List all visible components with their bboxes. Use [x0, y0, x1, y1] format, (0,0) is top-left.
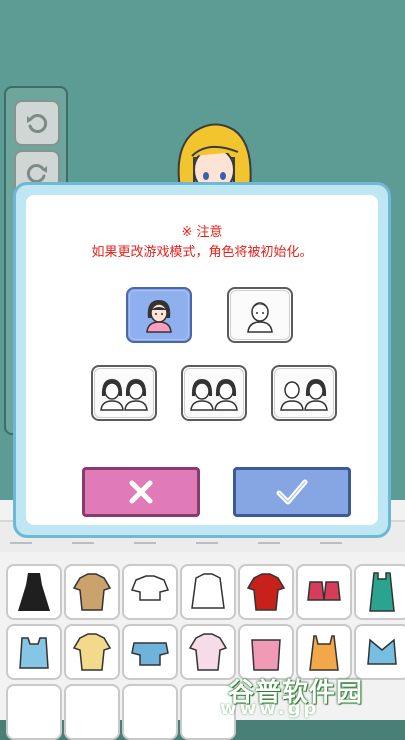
watermark: www.gp 谷普软件园 [220, 666, 405, 720]
clothing-item[interactable] [122, 564, 178, 620]
mode-change-dialog: ※ 注意 如果更改游戏模式，角色将被初始化。 [13, 182, 391, 538]
notice-title: ※ 注意 [181, 225, 223, 240]
clothing-item[interactable] [6, 684, 62, 740]
watermark-brand: 谷普软件园 [228, 678, 364, 708]
x-icon [129, 480, 153, 504]
clothing-item[interactable] [180, 564, 236, 620]
confirm-button[interactable] [233, 467, 351, 517]
clothing-item[interactable] [122, 684, 178, 740]
cancel-button[interactable] [82, 467, 200, 517]
bikini-top-icon [307, 581, 341, 601]
two-boys-icon [280, 379, 328, 411]
tank-top-icon [369, 572, 395, 612]
clothing-item[interactable] [64, 624, 120, 680]
game-screen: www.gp 谷普软件园 ※ 注意 如果更改游戏模式，角色将被初始化。 [0, 0, 405, 740]
mode-pair-girl-boy-button[interactable] [181, 365, 247, 421]
mode-single-girl-button[interactable] [126, 287, 192, 343]
blouse-icon [191, 573, 225, 609]
clothing-item[interactable] [296, 564, 352, 620]
halter-top-icon [367, 638, 397, 665]
boy-face-icon [247, 302, 273, 333]
dress-icon [18, 573, 50, 611]
notice-message: 如果更改游戏模式，角色将被初始化。 [91, 245, 313, 260]
striped-shirt-icon [72, 633, 112, 671]
shirt-icon [72, 573, 112, 611]
clothing-item[interactable] [354, 564, 405, 620]
mode-single-boy-button[interactable] [227, 287, 293, 343]
two-girls-icon [100, 379, 148, 411]
clothing-item[interactable] [122, 624, 178, 680]
checkmark-icon [276, 479, 308, 505]
mode-pair-girls-button[interactable] [91, 365, 157, 421]
girl-and-girl-icon [190, 379, 238, 411]
girl-face-icon [146, 300, 172, 333]
undo-icon [27, 114, 48, 133]
clothing-item[interactable] [64, 564, 120, 620]
clothing-item[interactable] [6, 564, 62, 620]
dialog-body: ※ 注意 如果更改游戏模式，角色将被初始化。 [26, 195, 378, 525]
clothing-item[interactable] [6, 624, 62, 680]
tshirt-icon [246, 573, 286, 611]
tank-top-icon [19, 637, 49, 669]
undo-button[interactable] [14, 100, 60, 146]
clothing-item[interactable] [64, 684, 120, 740]
ruffle-top-icon [131, 642, 169, 666]
crop-top-icon [130, 575, 170, 601]
mode-pair-boys-button[interactable] [271, 365, 337, 421]
clothing-item[interactable] [238, 564, 294, 620]
